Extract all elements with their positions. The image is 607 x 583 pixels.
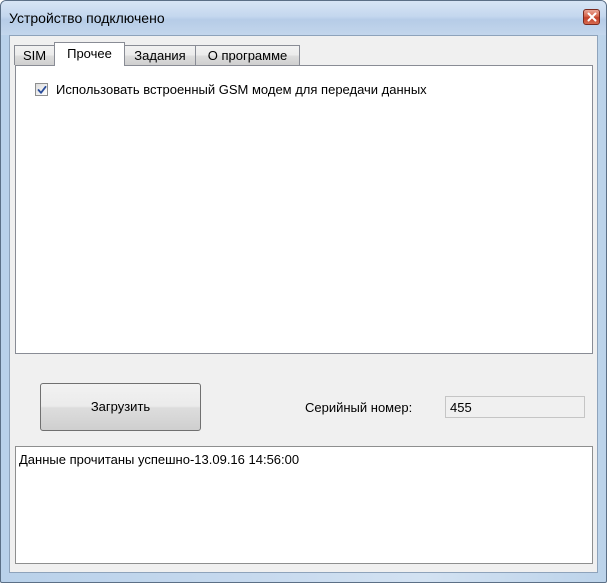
checkmark-icon [37,85,47,94]
tab-panel-other: Использовать встроенный GSM модем для пе… [15,65,593,354]
close-button[interactable] [583,9,600,25]
use-gsm-checkbox[interactable] [35,83,48,96]
close-icon [587,12,597,22]
tab-tasks[interactable]: Задания [124,45,196,65]
serial-number-label: Серийный номер: [305,400,413,415]
title-bar[interactable]: Устройство подключено [1,1,606,35]
window-title: Устройство подключено [9,10,165,26]
dialog-content: SIM Прочее Задания О программе Использов… [9,35,598,573]
tab-other[interactable]: Прочее [54,42,125,66]
app-window: Устройство подключено SIM Прочее Задания… [0,0,607,583]
status-log[interactable]: Данные прочитаны успешно-13.09.16 14:56:… [15,446,593,564]
load-button[interactable]: Загрузить [40,383,201,431]
use-gsm-label[interactable]: Использовать встроенный GSM модем для пе… [56,82,427,97]
tab-sim[interactable]: SIM [14,45,55,65]
tab-about[interactable]: О программе [195,45,300,65]
serial-number-field[interactable]: 455 [445,396,585,418]
